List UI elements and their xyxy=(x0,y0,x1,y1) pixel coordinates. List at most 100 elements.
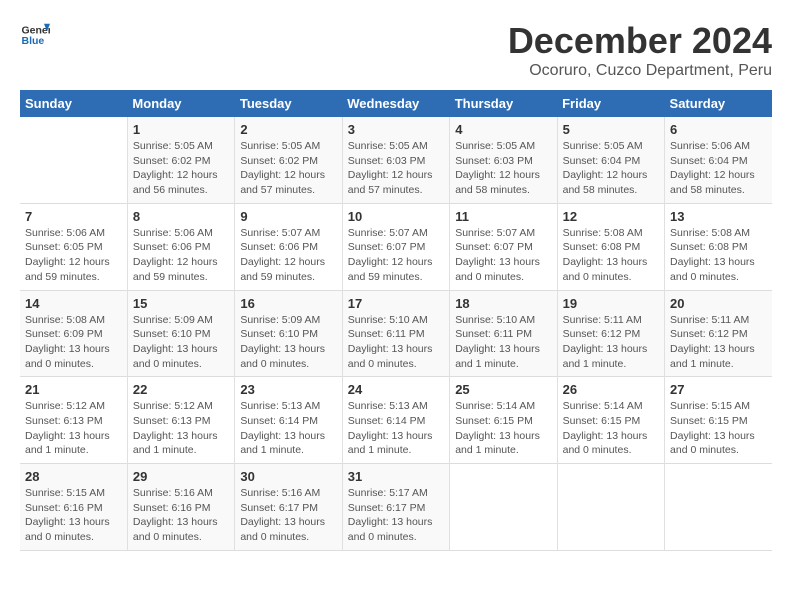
day-number: 22 xyxy=(133,382,229,397)
day-info: Sunrise: 5:06 AMSunset: 6:05 PMDaylight:… xyxy=(25,226,122,285)
page-subtitle: Ocoruro, Cuzco Department, Peru xyxy=(508,62,772,80)
day-info: Sunrise: 5:14 AMSunset: 6:15 PMDaylight:… xyxy=(563,399,659,458)
calendar-cell: 8 Sunrise: 5:06 AMSunset: 6:06 PMDayligh… xyxy=(127,203,234,290)
calendar-cell: 12 Sunrise: 5:08 AMSunset: 6:08 PMDaylig… xyxy=(557,203,664,290)
calendar-cell: 22 Sunrise: 5:12 AMSunset: 6:13 PMDaylig… xyxy=(127,377,234,464)
calendar-cell: 7 Sunrise: 5:06 AMSunset: 6:05 PMDayligh… xyxy=(20,203,127,290)
calendar-cell: 11 Sunrise: 5:07 AMSunset: 6:07 PMDaylig… xyxy=(450,203,557,290)
day-info: Sunrise: 5:11 AMSunset: 6:12 PMDaylight:… xyxy=(563,313,659,372)
calendar-cell: 29 Sunrise: 5:16 AMSunset: 6:16 PMDaylig… xyxy=(127,464,234,551)
day-number: 31 xyxy=(348,469,444,484)
day-number: 24 xyxy=(348,382,444,397)
calendar-cell: 15 Sunrise: 5:09 AMSunset: 6:10 PMDaylig… xyxy=(127,290,234,377)
day-info: Sunrise: 5:08 AMSunset: 6:08 PMDaylight:… xyxy=(563,226,659,285)
day-number: 25 xyxy=(455,382,551,397)
day-info: Sunrise: 5:08 AMSunset: 6:08 PMDaylight:… xyxy=(670,226,767,285)
day-number: 12 xyxy=(563,209,659,224)
calendar-cell: 14 Sunrise: 5:08 AMSunset: 6:09 PMDaylig… xyxy=(20,290,127,377)
week-row-4: 21 Sunrise: 5:12 AMSunset: 6:13 PMDaylig… xyxy=(20,377,772,464)
day-info: Sunrise: 5:12 AMSunset: 6:13 PMDaylight:… xyxy=(25,399,122,458)
svg-text:Blue: Blue xyxy=(22,35,45,47)
day-info: Sunrise: 5:05 AMSunset: 6:03 PMDaylight:… xyxy=(348,139,444,198)
header-row: Sunday Monday Tuesday Wednesday Thursday… xyxy=(20,90,772,117)
calendar-cell xyxy=(557,464,664,551)
day-number: 10 xyxy=(348,209,444,224)
day-info: Sunrise: 5:10 AMSunset: 6:11 PMDaylight:… xyxy=(455,313,551,372)
day-info: Sunrise: 5:06 AMSunset: 6:06 PMDaylight:… xyxy=(133,226,229,285)
day-number: 26 xyxy=(563,382,659,397)
day-number: 21 xyxy=(25,382,122,397)
page-header: General Blue December 2024 Ocoruro, Cuzc… xyxy=(20,20,772,80)
day-number: 1 xyxy=(133,122,229,137)
calendar-cell xyxy=(20,117,127,203)
calendar-cell: 23 Sunrise: 5:13 AMSunset: 6:14 PMDaylig… xyxy=(235,377,342,464)
col-thursday: Thursday xyxy=(450,90,557,117)
calendar-cell: 13 Sunrise: 5:08 AMSunset: 6:08 PMDaylig… xyxy=(665,203,772,290)
calendar-cell: 9 Sunrise: 5:07 AMSunset: 6:06 PMDayligh… xyxy=(235,203,342,290)
day-info: Sunrise: 5:13 AMSunset: 6:14 PMDaylight:… xyxy=(240,399,336,458)
calendar-cell: 19 Sunrise: 5:11 AMSunset: 6:12 PMDaylig… xyxy=(557,290,664,377)
day-info: Sunrise: 5:16 AMSunset: 6:17 PMDaylight:… xyxy=(240,486,336,545)
day-info: Sunrise: 5:05 AMSunset: 6:02 PMDaylight:… xyxy=(240,139,336,198)
calendar-cell xyxy=(665,464,772,551)
day-number: 13 xyxy=(670,209,767,224)
calendar-cell: 4 Sunrise: 5:05 AMSunset: 6:03 PMDayligh… xyxy=(450,117,557,203)
day-number: 14 xyxy=(25,296,122,311)
calendar-cell: 5 Sunrise: 5:05 AMSunset: 6:04 PMDayligh… xyxy=(557,117,664,203)
day-info: Sunrise: 5:09 AMSunset: 6:10 PMDaylight:… xyxy=(240,313,336,372)
day-number: 29 xyxy=(133,469,229,484)
week-row-5: 28 Sunrise: 5:15 AMSunset: 6:16 PMDaylig… xyxy=(20,464,772,551)
day-info: Sunrise: 5:15 AMSunset: 6:15 PMDaylight:… xyxy=(670,399,767,458)
day-info: Sunrise: 5:07 AMSunset: 6:07 PMDaylight:… xyxy=(455,226,551,285)
day-number: 23 xyxy=(240,382,336,397)
day-number: 27 xyxy=(670,382,767,397)
day-info: Sunrise: 5:11 AMSunset: 6:12 PMDaylight:… xyxy=(670,313,767,372)
day-info: Sunrise: 5:12 AMSunset: 6:13 PMDaylight:… xyxy=(133,399,229,458)
day-info: Sunrise: 5:09 AMSunset: 6:10 PMDaylight:… xyxy=(133,313,229,372)
day-number: 5 xyxy=(563,122,659,137)
week-row-3: 14 Sunrise: 5:08 AMSunset: 6:09 PMDaylig… xyxy=(20,290,772,377)
calendar-body: 1 Sunrise: 5:05 AMSunset: 6:02 PMDayligh… xyxy=(20,117,772,550)
day-number: 7 xyxy=(25,209,122,224)
calendar-cell: 28 Sunrise: 5:15 AMSunset: 6:16 PMDaylig… xyxy=(20,464,127,551)
day-number: 4 xyxy=(455,122,551,137)
page-title: December 2024 xyxy=(508,20,772,62)
day-info: Sunrise: 5:14 AMSunset: 6:15 PMDaylight:… xyxy=(455,399,551,458)
week-row-2: 7 Sunrise: 5:06 AMSunset: 6:05 PMDayligh… xyxy=(20,203,772,290)
calendar-cell: 31 Sunrise: 5:17 AMSunset: 6:17 PMDaylig… xyxy=(342,464,449,551)
day-number: 17 xyxy=(348,296,444,311)
day-info: Sunrise: 5:05 AMSunset: 6:04 PMDaylight:… xyxy=(563,139,659,198)
day-number: 20 xyxy=(670,296,767,311)
day-number: 28 xyxy=(25,469,122,484)
day-number: 19 xyxy=(563,296,659,311)
calendar-cell: 21 Sunrise: 5:12 AMSunset: 6:13 PMDaylig… xyxy=(20,377,127,464)
col-sunday: Sunday xyxy=(20,90,127,117)
day-info: Sunrise: 5:13 AMSunset: 6:14 PMDaylight:… xyxy=(348,399,444,458)
title-section: December 2024 Ocoruro, Cuzco Department,… xyxy=(508,20,772,80)
logo: General Blue xyxy=(20,20,50,50)
col-saturday: Saturday xyxy=(665,90,772,117)
calendar-cell: 25 Sunrise: 5:14 AMSunset: 6:15 PMDaylig… xyxy=(450,377,557,464)
day-info: Sunrise: 5:06 AMSunset: 6:04 PMDaylight:… xyxy=(670,139,767,198)
col-monday: Monday xyxy=(127,90,234,117)
day-info: Sunrise: 5:07 AMSunset: 6:07 PMDaylight:… xyxy=(348,226,444,285)
col-wednesday: Wednesday xyxy=(342,90,449,117)
day-number: 11 xyxy=(455,209,551,224)
calendar-cell: 6 Sunrise: 5:06 AMSunset: 6:04 PMDayligh… xyxy=(665,117,772,203)
week-row-1: 1 Sunrise: 5:05 AMSunset: 6:02 PMDayligh… xyxy=(20,117,772,203)
calendar-cell: 3 Sunrise: 5:05 AMSunset: 6:03 PMDayligh… xyxy=(342,117,449,203)
day-number: 2 xyxy=(240,122,336,137)
day-number: 18 xyxy=(455,296,551,311)
calendar-table: Sunday Monday Tuesday Wednesday Thursday… xyxy=(20,90,772,551)
calendar-cell: 2 Sunrise: 5:05 AMSunset: 6:02 PMDayligh… xyxy=(235,117,342,203)
calendar-cell: 17 Sunrise: 5:10 AMSunset: 6:11 PMDaylig… xyxy=(342,290,449,377)
logo-icon: General Blue xyxy=(20,20,50,50)
day-info: Sunrise: 5:15 AMSunset: 6:16 PMDaylight:… xyxy=(25,486,122,545)
calendar-cell: 24 Sunrise: 5:13 AMSunset: 6:14 PMDaylig… xyxy=(342,377,449,464)
calendar-cell: 30 Sunrise: 5:16 AMSunset: 6:17 PMDaylig… xyxy=(235,464,342,551)
day-number: 15 xyxy=(133,296,229,311)
calendar-cell: 16 Sunrise: 5:09 AMSunset: 6:10 PMDaylig… xyxy=(235,290,342,377)
calendar-cell: 27 Sunrise: 5:15 AMSunset: 6:15 PMDaylig… xyxy=(665,377,772,464)
day-info: Sunrise: 5:05 AMSunset: 6:03 PMDaylight:… xyxy=(455,139,551,198)
day-number: 9 xyxy=(240,209,336,224)
